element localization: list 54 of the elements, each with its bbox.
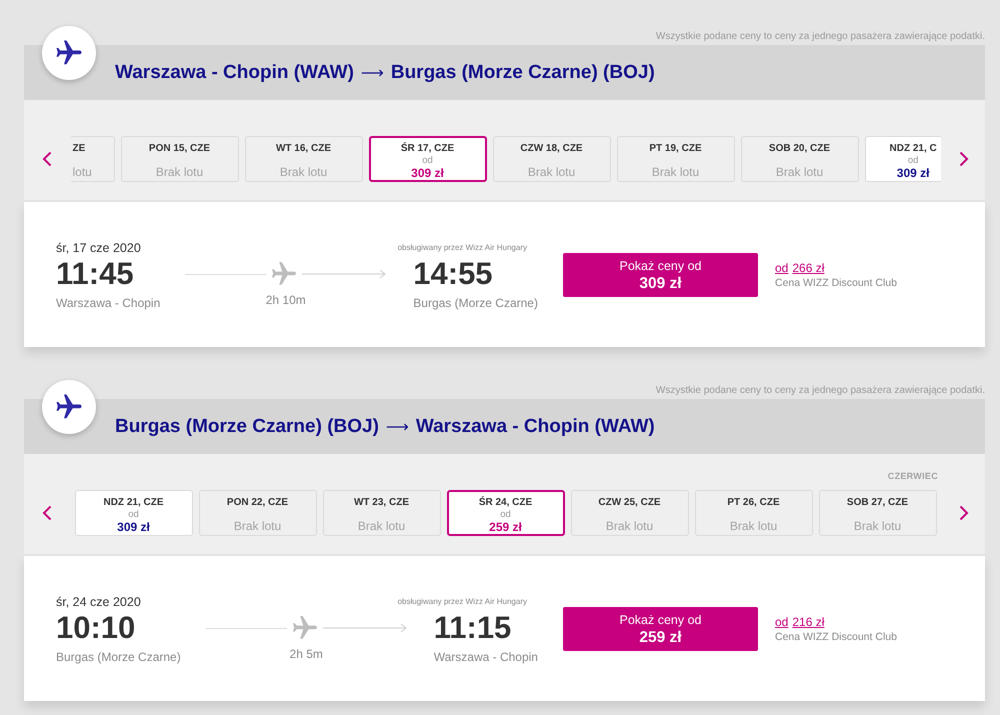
club-price-label: Cena WIZZ Discount Club: [775, 630, 897, 644]
arrival-time: 14:55: [413, 256, 493, 292]
flight-duration: 2h 5m: [290, 646, 323, 662]
date-option[interactable]: ŚR 17, CZE od 309 zł: [368, 136, 486, 182]
arrival-city: Burgas (Morze Czarne): [413, 295, 538, 311]
date-option[interactable]: ŚR 24, CZE od 259 zł: [446, 490, 564, 536]
club-price-link[interactable]: 216 zł: [792, 615, 824, 630]
date-option[interactable]: WT 16, CZE Brak lotu: [244, 136, 362, 182]
airplane-icon: [292, 616, 317, 640]
chevron-left-icon: [42, 151, 52, 167]
date-option[interactable]: CZW 25, CZE Brak lotu: [570, 490, 688, 536]
club-from-link[interactable]: od: [775, 615, 788, 630]
departure-city: Burgas (Morze Czarne): [56, 649, 181, 665]
flight-date: śr, 24 cze 2020: [56, 594, 141, 610]
date-option[interactable]: PT 26, CZE Brak lotu: [694, 490, 812, 536]
airplane-icon: [42, 380, 96, 434]
date-option[interactable]: WT 23, CZE Brak lotu: [322, 490, 440, 536]
arrival-time: 11:15: [434, 610, 512, 646]
chevron-right-icon: [958, 505, 968, 521]
chevron-left-icon: [42, 505, 52, 521]
club-price-link[interactable]: 266 zł: [792, 261, 824, 276]
departure-time: 11:45: [56, 256, 134, 292]
departure-time: 10:10: [56, 610, 136, 646]
club-price-label: Cena WIZZ Discount Club: [775, 276, 897, 290]
date-option[interactable]: SOB 20, CZE Brak lotu: [740, 136, 858, 182]
price-notice: Wszystkie podane ceny to ceny za jednego pasażera zawierające podatki.: [656, 31, 985, 42]
route-arrow-glyph: ⟶: [386, 417, 409, 436]
date-option[interactable]: CZW 18, CZE Brak lotu: [492, 136, 610, 182]
month-label: CZERWIEC: [888, 471, 938, 481]
date-option[interactable]: NDZ 21, C od 309 zł: [864, 136, 940, 182]
destination-airport: Warszawa - Chopin (WAW): [416, 416, 655, 438]
airplane-icon: [272, 262, 296, 286]
airplane-icon: [42, 26, 96, 80]
date-option[interactable]: PON 22, CZE Brak lotu: [198, 490, 316, 536]
destination-airport: Burgas (Morze Czarne) (BOJ): [390, 62, 655, 84]
operator-note: obsługiwany przez Wizz Air Hungary: [398, 596, 527, 608]
price-notice: Wszystkie podane ceny to ceny za jednego pasażera zawierające podatki.: [656, 385, 985, 396]
operator-note: obsługiwany przez Wizz Air Hungary: [398, 242, 527, 254]
date-option[interactable]: PON 15, CZE Brak lotu: [120, 136, 238, 182]
show-prices-button[interactable]: Pokaż ceny od 259 zł: [563, 607, 758, 651]
club-from-link[interactable]: od: [775, 261, 788, 276]
flight-date: śr, 17 cze 2020: [56, 240, 141, 256]
date-option[interactable]: SOB 27, CZE Brak lotu: [818, 490, 936, 536]
date-option[interactable]: PT 19, CZE Brak lotu: [616, 136, 734, 182]
origin-airport: Burgas (Morze Czarne) (BOJ): [115, 416, 379, 438]
route-arrow-glyph: ⟶: [360, 63, 384, 82]
departure-city: Warszawa - Chopin: [56, 295, 160, 311]
chevron-right-icon: [958, 151, 968, 167]
date-option[interactable]: NDZ 21, CZE od 309 zł: [74, 490, 192, 536]
show-prices-button[interactable]: Pokaż ceny od 309 zł: [563, 253, 758, 297]
date-option[interactable]: ZE lotu: [70, 136, 114, 182]
flight-duration: 2h 10m: [266, 292, 306, 308]
origin-airport: Warszawa - Chopin (WAW): [115, 62, 354, 84]
arrival-city: Warszawa - Chopin: [434, 649, 538, 665]
